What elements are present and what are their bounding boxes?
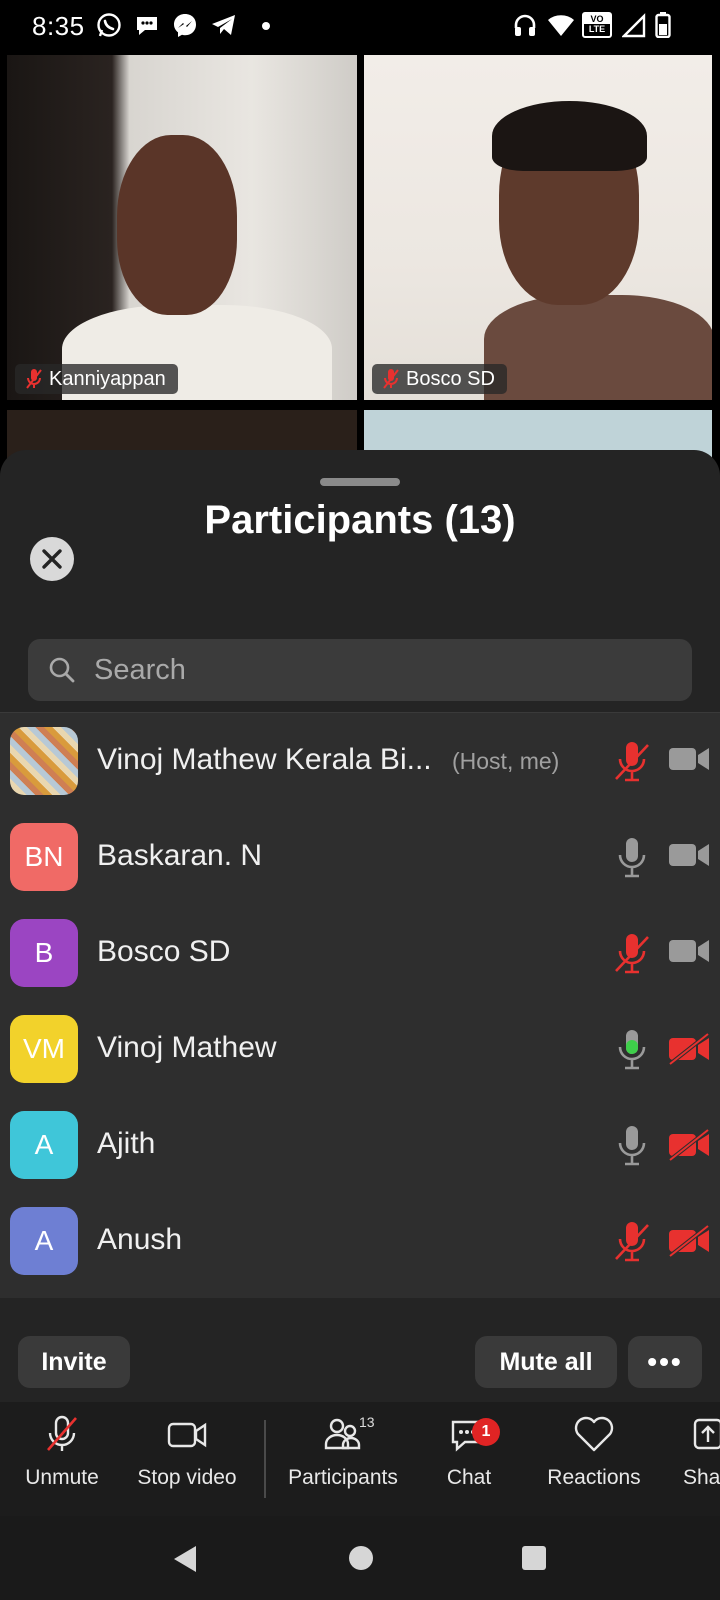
recents-icon[interactable] — [520, 1544, 548, 1572]
back-icon[interactable] — [170, 1544, 200, 1574]
messenger-icon — [174, 14, 196, 37]
video-off-icon[interactable] — [668, 1129, 710, 1161]
status-bar: 8:35 VO LTE — [0, 0, 720, 52]
participant-name: Baskaran. N — [97, 839, 263, 872]
participant-name: Vinoj Mathew — [97, 1031, 277, 1064]
reactions-button[interactable]: Reactions — [538, 1414, 650, 1490]
video-grid: Kanniyappan Bosco SD — [0, 52, 720, 470]
messages-icon — [137, 17, 157, 35]
avatar: B — [10, 919, 78, 987]
video-name-tag: Kanniyappan — [15, 364, 178, 394]
home-icon[interactable] — [347, 1544, 375, 1572]
participants-count: 13 — [359, 1414, 375, 1430]
participant-name: Anush — [97, 1223, 183, 1256]
system-nav-bar — [0, 1516, 720, 1600]
video-off-icon[interactable] — [668, 1225, 710, 1257]
close-icon — [42, 549, 62, 569]
video-participant-name: Bosco SD — [406, 367, 495, 390]
headphones-icon — [514, 14, 536, 36]
avatar-initials: VM — [23, 1033, 65, 1064]
person-hair — [492, 101, 647, 171]
volte-icon: VO LTE — [582, 12, 612, 38]
close-button[interactable] — [30, 537, 74, 581]
participant-row[interactable]: VM Vinoj Mathew — [0, 1001, 720, 1097]
toolbar-divider — [264, 1420, 266, 1498]
mic-muted-icon[interactable] — [612, 1219, 652, 1263]
volte-label-bottom: LTE — [588, 24, 606, 34]
unmute-button[interactable]: Unmute — [22, 1414, 102, 1490]
stop-video-button[interactable]: Stop video — [132, 1414, 242, 1490]
invite-button[interactable]: Invite — [18, 1336, 130, 1388]
video-camera-icon — [167, 1422, 207, 1448]
notification-dot-icon — [262, 22, 270, 30]
volte-label-top: VO — [584, 14, 610, 24]
mic-muted-icon — [47, 1415, 77, 1451]
participant-row[interactable]: A Ajith — [0, 1097, 720, 1193]
panel-title: Participants (13) — [204, 498, 516, 542]
search-icon — [49, 657, 75, 683]
share-label: Sha — [683, 1466, 720, 1489]
status-time: 8:35 — [32, 11, 85, 41]
person-head — [117, 135, 237, 315]
drag-handle[interactable] — [320, 478, 400, 486]
whatsapp-icon — [97, 13, 121, 37]
search-bar[interactable] — [28, 639, 692, 701]
stop-video-label: Stop video — [137, 1466, 237, 1489]
person-body — [484, 295, 712, 400]
avatar — [10, 727, 78, 795]
battery-icon — [655, 12, 671, 38]
avatar-initials: BN — [24, 841, 64, 872]
signal-icon — [622, 13, 646, 38]
avatar: BN — [10, 823, 78, 891]
mic-muted-icon[interactable] — [612, 739, 652, 783]
share-button[interactable]: Sha — [683, 1414, 720, 1490]
mute-all-button[interactable]: Mute all — [475, 1336, 617, 1388]
video-tile-kanniyappan[interactable]: Kanniyappan — [7, 55, 357, 400]
mic-speaking-icon[interactable] — [612, 1027, 652, 1071]
participants-label: Participants — [288, 1466, 398, 1489]
participant-row[interactable]: Vinoj Mathew Kerala Bi... (Host, me) — [0, 713, 720, 809]
participant-role-tag: (Host, me) — [452, 748, 560, 774]
heart-icon — [574, 1416, 614, 1452]
mic-muted-icon[interactable] — [612, 931, 652, 975]
participants-button[interactable]: 13 Participants — [284, 1414, 402, 1490]
avatar: A — [10, 1207, 78, 1275]
telegram-icon — [212, 15, 235, 35]
more-options-button[interactable]: ••• — [628, 1336, 702, 1388]
chat-unread-badge: 1 — [472, 1418, 500, 1446]
avatar-initials: A — [34, 1225, 54, 1256]
participant-name: Vinoj Mathew Kerala Bi... — [97, 743, 432, 776]
participant-row[interactable]: A Anush — [0, 1193, 720, 1289]
video-tile-bosco-sd[interactable]: Bosco SD — [364, 55, 712, 400]
reactions-label: Reactions — [547, 1466, 641, 1489]
video-on-icon[interactable] — [668, 937, 710, 965]
mic-on-icon[interactable] — [612, 1123, 652, 1167]
chat-label: Chat — [446, 1466, 492, 1489]
participant-name: Bosco SD — [97, 935, 231, 968]
video-on-icon[interactable] — [668, 745, 710, 773]
participants-panel: Participants (13) Vinoj Mathew Kerala Bi… — [0, 450, 720, 1500]
muted-mic-icon — [26, 369, 42, 389]
participant-row[interactable]: B Bosco SD — [0, 905, 720, 1001]
muted-mic-icon — [383, 369, 399, 389]
chat-button[interactable]: 1 Chat — [434, 1414, 504, 1490]
participant-name: Ajith — [97, 1127, 156, 1160]
meeting-toolbar: Unmute Stop video 13 Participants 1 Chat… — [0, 1402, 720, 1516]
unmute-label: Unmute — [25, 1466, 99, 1489]
participant-row[interactable]: BN Baskaran. N — [0, 809, 720, 905]
video-participant-name: Kanniyappan — [49, 367, 166, 390]
video-name-tag: Bosco SD — [372, 364, 507, 394]
search-input[interactable] — [94, 653, 654, 687]
participant-list: Vinoj Mathew Kerala Bi... (Host, me) BN … — [0, 712, 720, 1298]
mic-on-icon[interactable] — [612, 835, 652, 879]
video-on-icon[interactable] — [668, 841, 710, 869]
video-off-icon[interactable] — [668, 1033, 710, 1065]
share-icon — [693, 1418, 720, 1450]
avatar-initials: A — [34, 1129, 54, 1160]
avatar-initials: B — [34, 937, 54, 968]
avatar: A — [10, 1111, 78, 1179]
avatar: VM — [10, 1015, 78, 1083]
wifi-icon — [548, 15, 574, 36]
